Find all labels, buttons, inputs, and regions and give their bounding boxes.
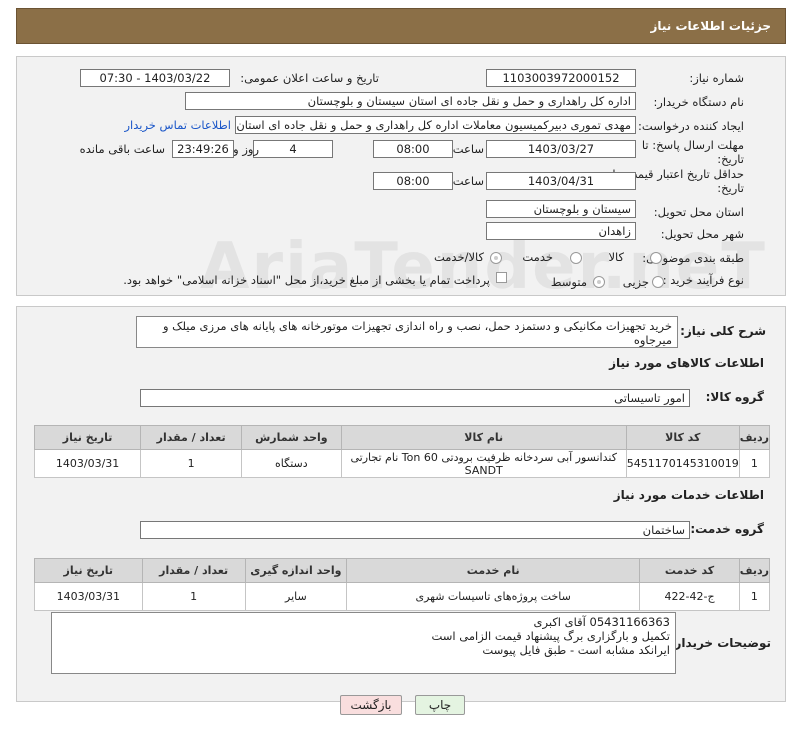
treasury-payment-checkbox[interactable] [496,272,507,283]
goods-col-date: تاریخ نیاز [33,425,142,450]
goods-col-row: ردیف [738,425,771,450]
purchase-type-label: نوع فرآیند خرید : [662,273,744,287]
goods-cell-row: 1 [738,449,771,478]
deadline-time-field: 08:00 [373,140,453,158]
description-textarea[interactable]: خرید تجهیزات مکانیکی و دستمزد حمل، نصب و… [136,316,678,348]
buyer-notes-line: ایرانکد مشابه است - طبق فایل پیوست [482,643,670,657]
deadline-date-field: 1403/03/27 [486,140,636,158]
table-row: 1 5451170145310019 کندانسور آبی سردخانه … [33,449,771,478]
services-col-code: کد خدمت [639,558,740,583]
goods-section-title: اطلاعات کالاهای مورد نیاز [609,356,764,370]
need-number-field: 1103003972000152 [486,69,636,87]
buyer-notes-label: توضیحات خریدار: [669,636,771,650]
watermark: AriaTender.neT [200,230,767,304]
goods-table: ردیف کد کالا نام کالا واحد شمارش تعداد /… [33,425,771,478]
buyer-notes-line: 05431166363 آقای اکبری [533,615,670,629]
creator-field: مهدی تموری دبیرکمیسیون معاملات اداره کل … [235,116,636,134]
deadline-time-label: ساعت [452,142,484,156]
print-button[interactable]: چاپ [415,695,465,715]
days-field: 4 [253,140,333,158]
buyer-notes-line: تکمیل و بارگزاری برگ پیشنهاد قیمت الزامی… [431,629,670,643]
purchase-radio-medium[interactable] [593,276,605,288]
validity-date-label: تاریخ: [717,181,744,195]
services-col-name: نام خدمت [346,558,641,583]
services-cell-unit: سایر [244,582,348,611]
purchase-option-minor: جزیی [622,275,649,289]
buyer-org-label: نام دستگاه خریدار: [653,95,744,109]
deadline-label: مهلت ارسال پاسخ: تا [641,138,744,152]
contact-info-link[interactable]: اطلاعات تماس خریدار [124,118,231,132]
page-title: جزئیات اطلاعات نیاز [650,19,771,33]
days-label: روز و [233,142,259,156]
goods-cell-date: 1403/03/31 [33,449,142,478]
services-col-date: تاریخ نیاز [34,558,143,583]
goods-cell-code: 5451170145310019 [625,449,740,478]
back-button[interactable]: بازگشت [340,695,402,715]
description-label: شرح کلی نیاز: [680,324,766,338]
goods-group-label: گروه کالا: [705,390,764,404]
services-col-unit: واحد اندازه گیری [244,558,348,583]
services-section-title: اطلاعات خدمات مورد نیاز [613,488,764,502]
validity-time-label: ساعت [452,174,484,188]
goods-col-name: نام کالا [340,425,627,450]
creator-label: ایجاد کننده درخواست: [638,119,744,133]
goods-col-unit: واحد شمارش [241,425,342,450]
buyer-notes-textarea[interactable]: 05431166363 آقای اکبری تکمیل و بارگزاری … [51,612,676,674]
goods-group-field: امور تاسیساتی [140,389,690,407]
need-number-label: شماره نیاز: [689,71,744,85]
province-label: استان محل تحویل: [653,205,744,219]
goods-cell-quantity: 1 [140,449,243,478]
page-header: جزئیات اطلاعات نیاز [16,8,786,44]
goods-cell-unit: دستگاه [241,449,342,478]
purchase-option-medium: متوسط [550,275,587,289]
services-cell-date: 1403/03/31 [34,582,143,611]
announce-field: 1403/03/22 - 07:30 [80,69,230,87]
remaining-time-field: 23:49:26 [172,140,234,158]
category-radio-goods[interactable] [650,252,662,264]
validity-time-field: 08:00 [373,172,453,190]
remaining-time-label: ساعت باقی مانده [79,142,165,156]
goods-col-code: کد کالا [625,425,740,450]
deadline-date-label: تاریخ: [717,152,744,166]
goods-table-header: ردیف کد کالا نام کالا واحد شمارش تعداد /… [33,425,771,450]
purchase-radio-minor[interactable] [652,276,664,288]
services-col-row: ردیف [738,558,771,583]
services-cell-code: ج-42-422 [639,582,740,611]
city-field: زاهدان [486,222,636,240]
goods-col-quantity: تعداد / مقدار [140,425,243,450]
services-cell-quantity: 1 [141,582,246,611]
province-field: سیستان و بلوچستان [486,200,636,218]
category-radio-goods-service[interactable] [490,252,502,264]
services-table-header: ردیف کد خدمت نام خدمت واحد اندازه گیری ت… [34,558,771,583]
services-cell-name: ساخت پروژه‌های تاسیسات شهری [346,582,641,611]
announce-label: تاریخ و ساعت اعلان عمومی: [240,71,379,85]
services-col-quantity: تعداد / مقدار [141,558,246,583]
treasury-payment-note: پرداخت تمام یا بخشی از مبلغ خرید،از محل … [123,273,490,287]
services-cell-row: 1 [738,582,771,611]
services-table: ردیف کد خدمت نام خدمت واحد اندازه گیری ت… [34,558,771,611]
validity-date-field: 1403/04/31 [486,172,636,190]
buyer-org-field: اداره کل راهداری و حمل و نقل جاده ای است… [185,92,636,110]
services-group-field: ساختمان [140,521,690,539]
category-option-service: خدمت [522,250,553,264]
category-radio-service[interactable] [570,252,582,264]
category-option-goods-service: کالا/خدمت [433,250,484,264]
category-option-goods: کالا [608,250,624,264]
goods-cell-name: کندانسور آبی سردخانه ظرفیت برودتی 60 Ton… [340,449,627,478]
table-row: 1 ج-42-422 ساخت پروژه‌های تاسیسات شهری س… [34,582,771,611]
services-group-label: گروه خدمت: [690,522,764,536]
city-label: شهر محل تحویل: [660,227,744,241]
